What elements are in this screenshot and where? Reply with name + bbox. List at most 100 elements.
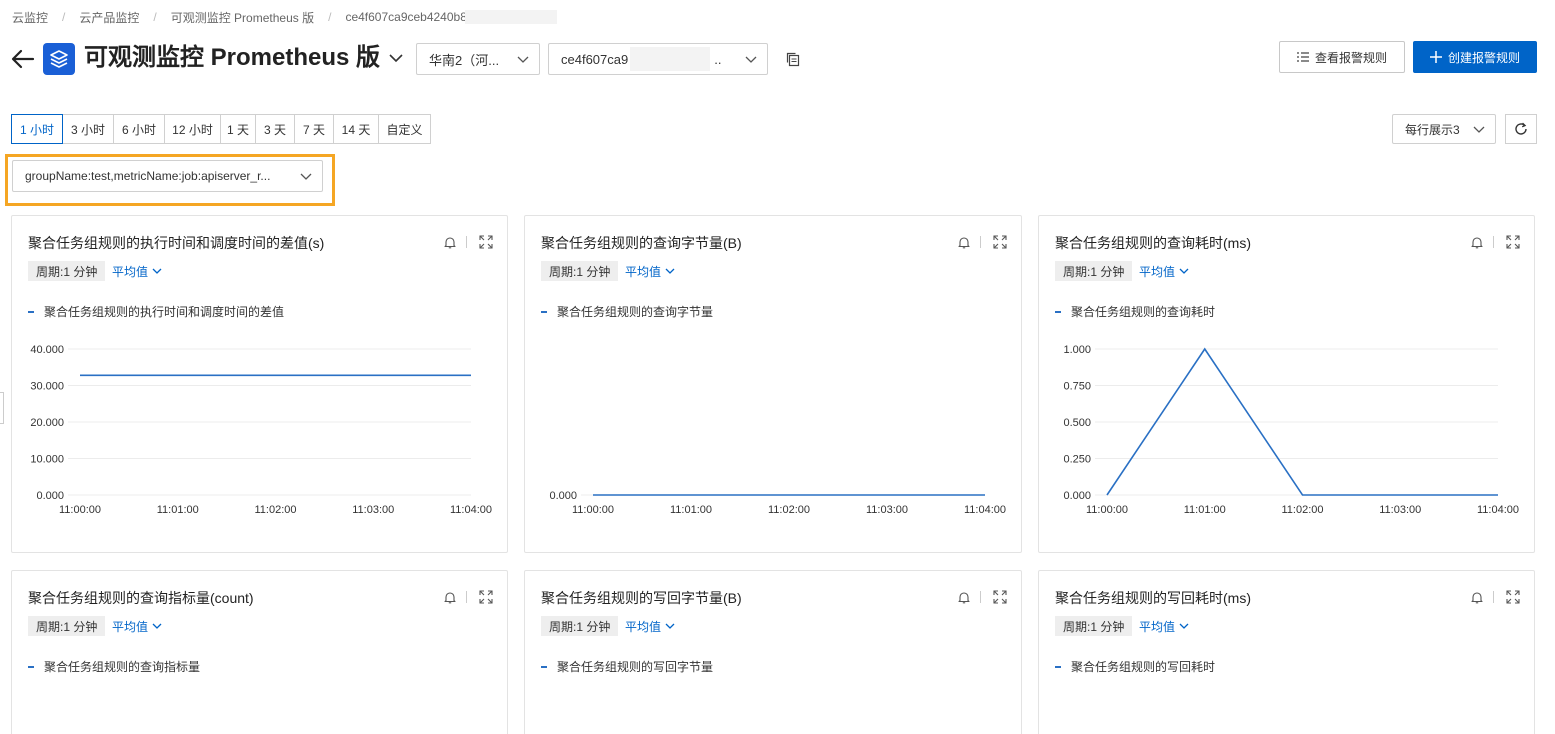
view-alert-rules-label: 查看报警规则 xyxy=(1314,50,1387,65)
chart-legend[interactable]: 聚合任务组规则的查询字节量 xyxy=(541,303,713,320)
x-tick-label: 11:01:00 xyxy=(157,504,199,516)
chart-legend[interactable]: 聚合任务组规则的查询耗时 xyxy=(1055,303,1215,320)
chevron-down-icon xyxy=(1179,268,1189,274)
aggregation-value: 平均值 xyxy=(112,619,149,634)
time-range-3h[interactable]: 3 小时 xyxy=(62,114,114,144)
legend-label: 聚合任务组规则的写回字节量 xyxy=(557,660,714,674)
y-tick-label: 30.000 xyxy=(30,381,64,393)
instance-select-value: ce4f607ca9 xyxy=(561,51,629,67)
y-tick-label: 1.000 xyxy=(1063,344,1091,356)
chevron-down-icon xyxy=(665,268,675,274)
aggregation-value: 平均值 xyxy=(1139,619,1176,634)
breadcrumb-item-cloud-product-monitor[interactable]: 云产品监控 xyxy=(79,9,139,26)
chevron-down-icon[interactable] xyxy=(388,52,404,64)
card-title: 聚合任务组规则的写回字节量(B) xyxy=(541,590,742,606)
time-range-1h[interactable]: 1 小时 xyxy=(11,114,63,144)
time-range-7d[interactable]: 7 天 xyxy=(294,114,334,144)
fullscreen-icon[interactable] xyxy=(1506,590,1520,604)
y-tick-label: 10.000 xyxy=(30,454,64,466)
aggregation-select[interactable]: 平均值 xyxy=(112,616,162,636)
product-layers-icon xyxy=(43,43,75,75)
period-tag: 周期:1 分钟 xyxy=(541,261,619,281)
time-range-1d[interactable]: 1 天 xyxy=(220,114,256,144)
aggregation-select[interactable]: 平均值 xyxy=(1139,616,1189,636)
card-title: 聚合任务组规则的查询耗时(ms) xyxy=(1055,235,1251,251)
fullscreen-icon[interactable] xyxy=(479,235,493,249)
legend-label: 聚合任务组规则的查询字节量 xyxy=(557,305,714,319)
chevron-down-icon xyxy=(745,56,757,63)
y-tick-label: 20.000 xyxy=(30,417,64,429)
chart-legend[interactable]: 聚合任务组规则的执行时间和调度时间的差值 xyxy=(28,303,284,320)
breadcrumb: 云监控 / 云产品监控 / 可观测监控 Prometheus 版 / ce4f6… xyxy=(12,8,557,26)
chevron-down-icon xyxy=(1179,623,1189,629)
aggregation-select[interactable]: 平均值 xyxy=(625,261,675,281)
chevron-down-icon xyxy=(665,623,675,629)
view-alert-rules-button[interactable]: 查看报警规则 xyxy=(1279,41,1405,73)
chart-legend[interactable]: 聚合任务组规则的写回字节量 xyxy=(541,658,713,675)
card-tools xyxy=(958,590,1007,604)
card-tools xyxy=(958,235,1007,249)
fullscreen-icon[interactable] xyxy=(1506,235,1520,249)
time-range-6h[interactable]: 6 小时 xyxy=(113,114,165,144)
region-select[interactable]: 华南2（河... xyxy=(416,43,540,75)
time-range-custom[interactable]: 自定义 xyxy=(378,114,431,144)
fullscreen-icon[interactable] xyxy=(479,590,493,604)
bell-icon[interactable] xyxy=(444,236,456,249)
metric-card: 聚合任务组规则的执行时间和调度时间的差值(s) 周期:1 分钟 平均值 聚合任务组规则… xyxy=(11,215,508,553)
instance-select[interactable]: ce4f607ca9 .. xyxy=(548,43,768,75)
x-tick-label: 11:02:00 xyxy=(768,504,810,516)
create-alert-rule-button[interactable]: 创建报警规则 xyxy=(1413,41,1537,73)
aggregation-select[interactable]: 平均值 xyxy=(625,616,675,636)
refresh-icon xyxy=(1515,122,1527,135)
copy-icon[interactable] xyxy=(785,51,801,67)
y-tick-label: 0.250 xyxy=(1063,454,1091,466)
x-tick-label: 11:00:00 xyxy=(59,504,101,516)
x-tick-label: 11:04:00 xyxy=(450,504,492,516)
metric-filter-select[interactable]: groupName:test,metricName:job:apiserver_… xyxy=(12,160,323,192)
x-tick-label: 11:02:00 xyxy=(1281,504,1323,516)
charts-per-row-select[interactable]: 每行展示3 xyxy=(1392,114,1496,144)
period-tag: 周期:1 分钟 xyxy=(28,261,106,281)
x-tick-label: 11:03:00 xyxy=(1379,504,1421,516)
metric-card: 聚合任务组规则的写回耗时(ms) 周期:1 分钟 平均值 聚合任务组规则的写回耗时 xyxy=(1038,570,1535,734)
period-tag: 周期:1 分钟 xyxy=(1055,616,1133,636)
legend-swatch xyxy=(541,665,547,668)
fullscreen-icon[interactable] xyxy=(993,235,1007,249)
metric-filter-value: groupName:test,metricName:job:apiserver_… xyxy=(25,169,271,183)
chart-legend[interactable]: 聚合任务组规则的查询指标量 xyxy=(28,658,200,675)
tool-divider xyxy=(466,236,467,248)
bell-icon[interactable] xyxy=(1471,236,1483,249)
side-collapse-handle[interactable] xyxy=(0,392,4,424)
legend-swatch xyxy=(1055,665,1061,668)
aggregation-value: 平均值 xyxy=(112,264,149,279)
legend-swatch xyxy=(541,310,547,313)
line-chart: 0.000 0.250 0.500 0.750 1.000 11:00:00 11:01:0… xyxy=(1063,344,1519,516)
aggregation-select[interactable]: 平均值 xyxy=(1139,261,1189,281)
card-tools xyxy=(1471,590,1520,604)
chart-legend[interactable]: 聚合任务组规则的写回耗时 xyxy=(1055,658,1215,675)
bell-icon[interactable] xyxy=(444,591,456,604)
bell-icon[interactable] xyxy=(958,591,970,604)
chevron-down-icon xyxy=(152,623,162,629)
legend-label: 聚合任务组规则的查询耗时 xyxy=(1071,305,1216,319)
tool-divider xyxy=(980,236,981,248)
bell-icon[interactable] xyxy=(1471,591,1483,604)
card-tools xyxy=(444,235,493,249)
breadcrumb-item-cloud-monitor[interactable]: 云监控 xyxy=(12,9,48,26)
x-tick-label: 11:00:00 xyxy=(1086,504,1128,516)
bell-icon[interactable] xyxy=(958,236,970,249)
time-range-14d[interactable]: 14 天 xyxy=(333,114,379,144)
time-range-group: 1 小时 3 小时 6 小时 12 小时 1 天 3 天 7 天 14 天 自定… xyxy=(11,114,431,144)
fullscreen-icon[interactable] xyxy=(993,590,1007,604)
refresh-button[interactable] xyxy=(1505,114,1537,144)
metric-card: 聚合任务组规则的查询耗时(ms) 周期:1 分钟 平均值 聚合任务组规则的查询耗时 0.… xyxy=(1038,215,1535,553)
chevron-down-icon xyxy=(1473,126,1485,133)
time-range-3d[interactable]: 3 天 xyxy=(255,114,295,144)
time-range-12h[interactable]: 12 小时 xyxy=(164,114,221,144)
line-chart: 0.000 11:00:00 11:01:00 11:02:00 11:03:00 11:… xyxy=(549,490,1006,516)
aggregation-select[interactable]: 平均值 xyxy=(112,261,162,281)
back-arrow-icon[interactable] xyxy=(10,46,36,72)
breadcrumb-item-prometheus[interactable]: 可观测监控 Prometheus 版 xyxy=(171,9,314,26)
y-tick-label: 0.000 xyxy=(1063,490,1091,502)
legend-swatch xyxy=(1055,310,1061,313)
